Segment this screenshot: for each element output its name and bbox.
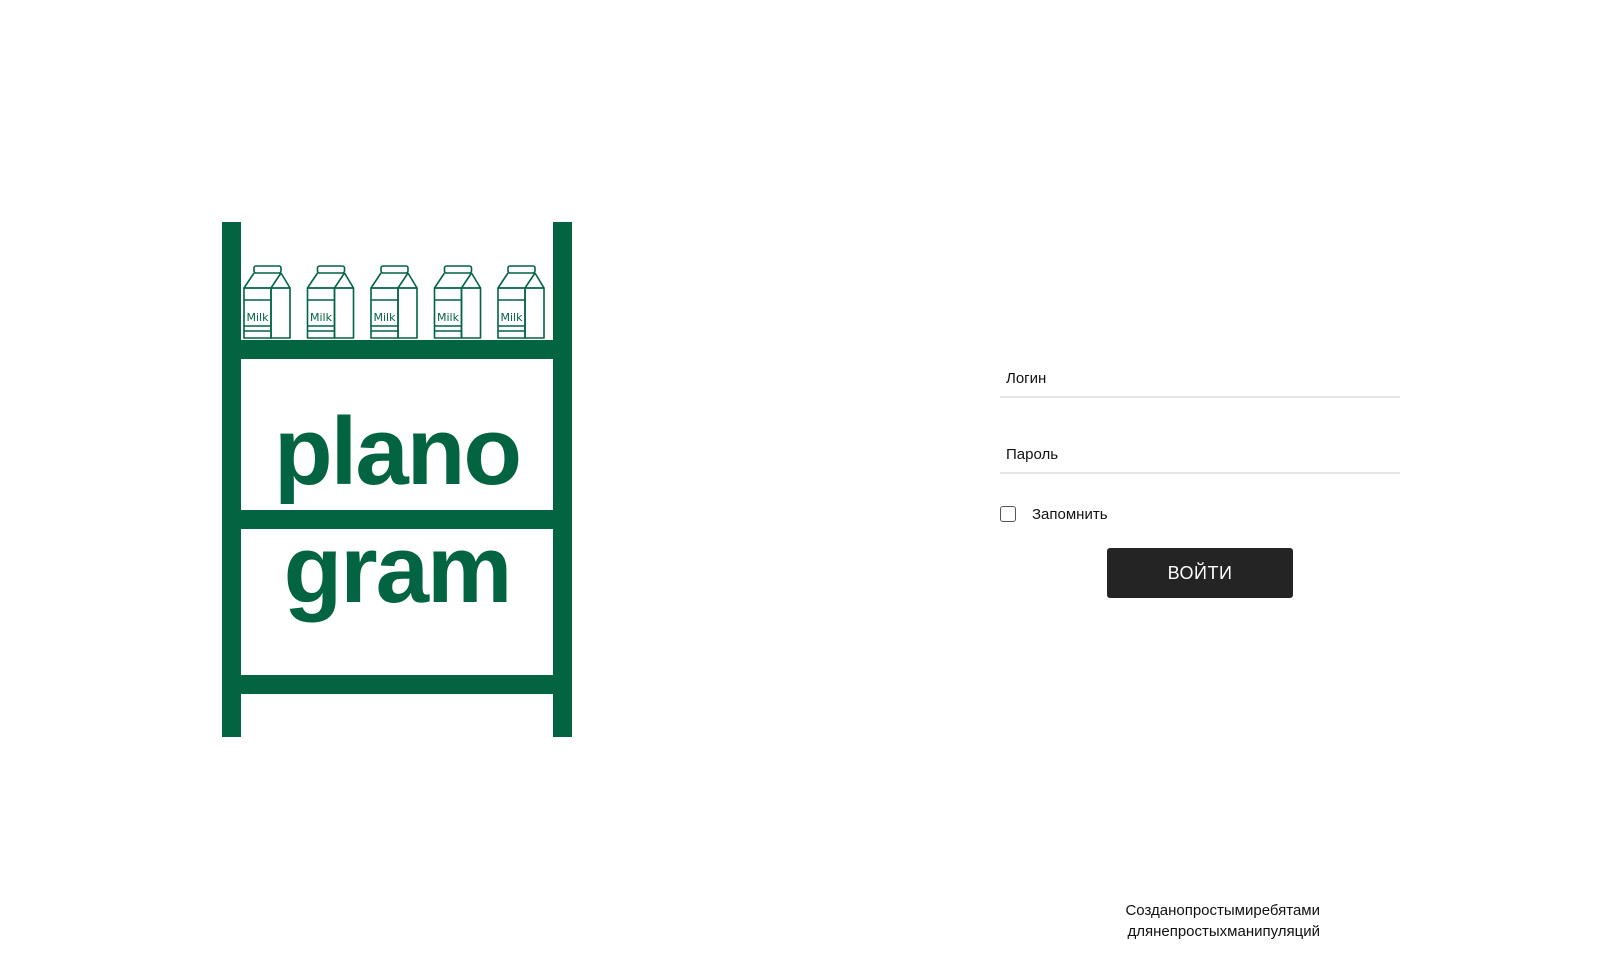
footer-line-1: Созданопростымиребятами <box>1125 902 1320 919</box>
footer-credits: Созданопростымиребятами длянепростыхмани… <box>1040 900 1320 942</box>
logo-word-gram: gram <box>284 516 511 623</box>
remember-checkbox[interactable] <box>1000 506 1016 522</box>
planogram-logo: Milk Milk Milk Milk Milk plano gram <box>222 222 572 737</box>
milk-carton-icon: Milk <box>306 265 355 339</box>
logo-word-plano: plano <box>274 398 520 505</box>
remember-row: Запомнить <box>1000 502 1400 526</box>
milk-carton-label: Milk <box>501 311 524 324</box>
shelf-board-1 <box>222 340 572 359</box>
login-field <box>1000 350 1400 398</box>
milk-carton-icon: Milk <box>497 265 545 339</box>
milk-carton-label: Milk <box>310 311 333 324</box>
password-field <box>1000 426 1400 474</box>
shelf-left-post <box>222 222 241 737</box>
footer-line-2: длянепростыхманипуляций <box>1127 923 1320 940</box>
password-input[interactable] <box>1000 442 1400 466</box>
milk-carton-icon: Milk <box>243 265 291 339</box>
milk-carton-icon: Milk <box>433 265 482 339</box>
shelf-logo-graphic: Milk Milk Milk Milk Milk plano gram <box>222 222 572 737</box>
login-form: Запомнить ВОЙТИ <box>1000 350 1400 598</box>
remember-label: Запомнить <box>1032 505 1108 523</box>
milk-carton-label: Milk <box>247 311 270 324</box>
shelf-board-3 <box>222 675 572 694</box>
milk-carton-label: Milk <box>437 311 460 324</box>
login-input[interactable] <box>1000 366 1400 390</box>
milk-carton-icon: Milk <box>370 265 418 339</box>
milk-carton-label: Milk <box>374 311 397 324</box>
login-button[interactable]: ВОЙТИ <box>1107 548 1293 598</box>
login-page: Milk Milk Milk Milk Milk plano gram Запомнит… <box>0 0 1600 960</box>
milk-cartons: Milk Milk Milk Milk Milk <box>243 265 545 339</box>
shelf-right-post <box>553 222 572 737</box>
